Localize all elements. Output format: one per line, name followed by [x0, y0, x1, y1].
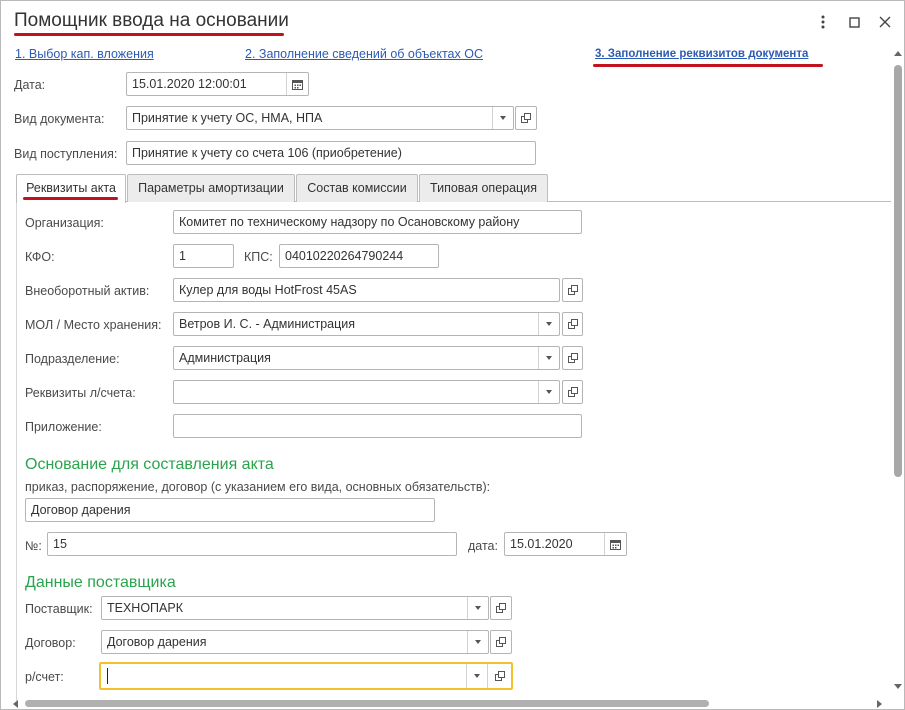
close-icon[interactable]	[874, 11, 896, 33]
kfo-value: 1	[179, 249, 186, 263]
org-label: Организация:	[25, 216, 104, 230]
mol-label: МОЛ / Место хранения:	[25, 318, 162, 332]
step-link-fill-asset-info[interactable]: 2. Заполнение сведений об объектах ОС	[245, 47, 483, 61]
date-value: 15.01.2020 12:00:01	[132, 77, 247, 91]
calendar-icon[interactable]	[286, 73, 308, 95]
dept-label: Подразделение:	[25, 352, 120, 366]
supplier-open-form-icon[interactable]	[490, 596, 512, 620]
active-tab-underline	[23, 197, 118, 200]
bank-account-open-form-icon[interactable]	[487, 664, 511, 688]
scroll-left-icon[interactable]	[13, 700, 18, 708]
chevron-down-icon[interactable]	[492, 107, 513, 129]
vertical-scroll-thumb[interactable]	[894, 65, 902, 477]
doc-type-value: Принятие к учету ОС, НМА, НПА	[132, 111, 323, 125]
basis-value: Договор дарения	[31, 503, 131, 517]
bank-account-label: р/счет:	[25, 670, 64, 684]
supplier-label: Поставщик:	[25, 602, 93, 616]
mol-chevron-down-icon[interactable]	[538, 313, 559, 335]
kfo-label: КФО:	[25, 250, 55, 264]
title-underline	[14, 33, 284, 36]
bank-account-select[interactable]	[99, 662, 513, 690]
receipt-type-value: Принятие к учету со счета 106 (приобрете…	[132, 146, 402, 160]
tab-panel-border	[16, 201, 17, 701]
kps-label: КПС:	[244, 250, 273, 264]
number-label: №:	[25, 539, 42, 553]
basis-heading: Основание для составления акта	[25, 456, 274, 473]
basis-date-field[interactable]: 15.01.2020	[504, 532, 627, 556]
supplier-select[interactable]: ТЕХНОПАРК	[101, 596, 489, 620]
receipt-type-label: Вид поступления:	[14, 147, 118, 161]
assistant-window: Помощник ввода на основании 1. Выбор кап…	[0, 0, 905, 710]
doc-type-select[interactable]: Принятие к учету ОС, НМА, НПА	[126, 106, 514, 130]
step-link-select-capital-investment[interactable]: 1. Выбор кап. вложения	[15, 47, 154, 61]
contract-label: Договор:	[25, 636, 76, 650]
number-value: 15	[53, 537, 67, 551]
dept-open-form-icon[interactable]	[562, 346, 583, 370]
account-details-select[interactable]	[173, 380, 560, 404]
asset-label: Внеоборотный актив:	[25, 284, 150, 298]
basis-date-value: 15.01.2020	[510, 537, 573, 551]
more-icon[interactable]	[812, 11, 834, 33]
basis-hint: приказ, распоряжение, договор (с указани…	[25, 480, 491, 494]
account-chevron-down-icon[interactable]	[538, 381, 559, 403]
kps-field[interactable]: 04010220264790244	[279, 244, 439, 268]
date-label: Дата:	[14, 78, 46, 92]
account-open-form-icon[interactable]	[562, 380, 583, 404]
receipt-type-field[interactable]: Принятие к учету со счета 106 (приобрете…	[126, 141, 536, 165]
tab-typical-operation[interactable]: Типовая операция	[419, 174, 548, 202]
active-step-underline	[593, 64, 823, 67]
open-form-icon[interactable]	[515, 106, 537, 130]
contract-select[interactable]: Договор дарения	[101, 630, 489, 654]
org-field[interactable]: Комитет по техническому надзору по Осано…	[173, 210, 582, 234]
asset-open-form-icon[interactable]	[562, 278, 583, 302]
dept-value: Администрация	[179, 351, 271, 365]
doc-type-label: Вид документа:	[14, 112, 105, 126]
attachment-field[interactable]	[173, 414, 582, 438]
window-title: Помощник ввода на основании	[14, 10, 289, 31]
mol-open-form-icon[interactable]	[562, 312, 583, 336]
account-details-label: Реквизиты л/счета:	[25, 386, 136, 400]
scroll-right-icon[interactable]	[877, 700, 882, 708]
contract-open-form-icon[interactable]	[490, 630, 512, 654]
scroll-down-icon[interactable]	[894, 684, 902, 689]
contract-value: Договор дарения	[107, 635, 207, 649]
bank-account-chevron-down-icon[interactable]	[466, 664, 487, 688]
org-value: Комитет по техническому надзору по Осано…	[179, 215, 520, 229]
kfo-field[interactable]: 1	[173, 244, 234, 268]
mol-select[interactable]: Ветров И. С. - Администрация	[173, 312, 560, 336]
attachment-label: Приложение:	[25, 420, 102, 434]
date-field[interactable]: 15.01.2020 12:00:01	[126, 72, 309, 96]
scroll-up-icon[interactable]	[894, 51, 902, 56]
dept-chevron-down-icon[interactable]	[538, 347, 559, 369]
supplier-chevron-down-icon[interactable]	[467, 597, 488, 619]
horizontal-scroll-thumb[interactable]	[25, 700, 709, 707]
kps-value: 04010220264790244	[285, 249, 404, 263]
text-cursor	[107, 668, 108, 684]
maximize-icon[interactable]	[843, 11, 865, 33]
mol-value: Ветров И. С. - Администрация	[179, 317, 356, 331]
asset-value: Кулер для воды HotFrost 45AS	[179, 283, 357, 297]
supplier-heading: Данные поставщика	[25, 574, 176, 591]
basis-date-label: дата:	[468, 539, 498, 553]
dept-select[interactable]: Администрация	[173, 346, 560, 370]
asset-field[interactable]: Кулер для воды HotFrost 45AS	[173, 278, 560, 302]
basis-calendar-icon[interactable]	[604, 533, 626, 555]
supplier-value: ТЕХНОПАРК	[107, 601, 184, 615]
number-field[interactable]: 15	[47, 532, 457, 556]
tab-depreciation-params[interactable]: Параметры амортизации	[127, 174, 295, 202]
tab-commission[interactable]: Состав комиссии	[296, 174, 418, 202]
step-link-fill-document-details[interactable]: 3. Заполнение реквизитов документа	[595, 48, 808, 60]
basis-field[interactable]: Договор дарения	[25, 498, 435, 522]
contract-chevron-down-icon[interactable]	[467, 631, 488, 653]
